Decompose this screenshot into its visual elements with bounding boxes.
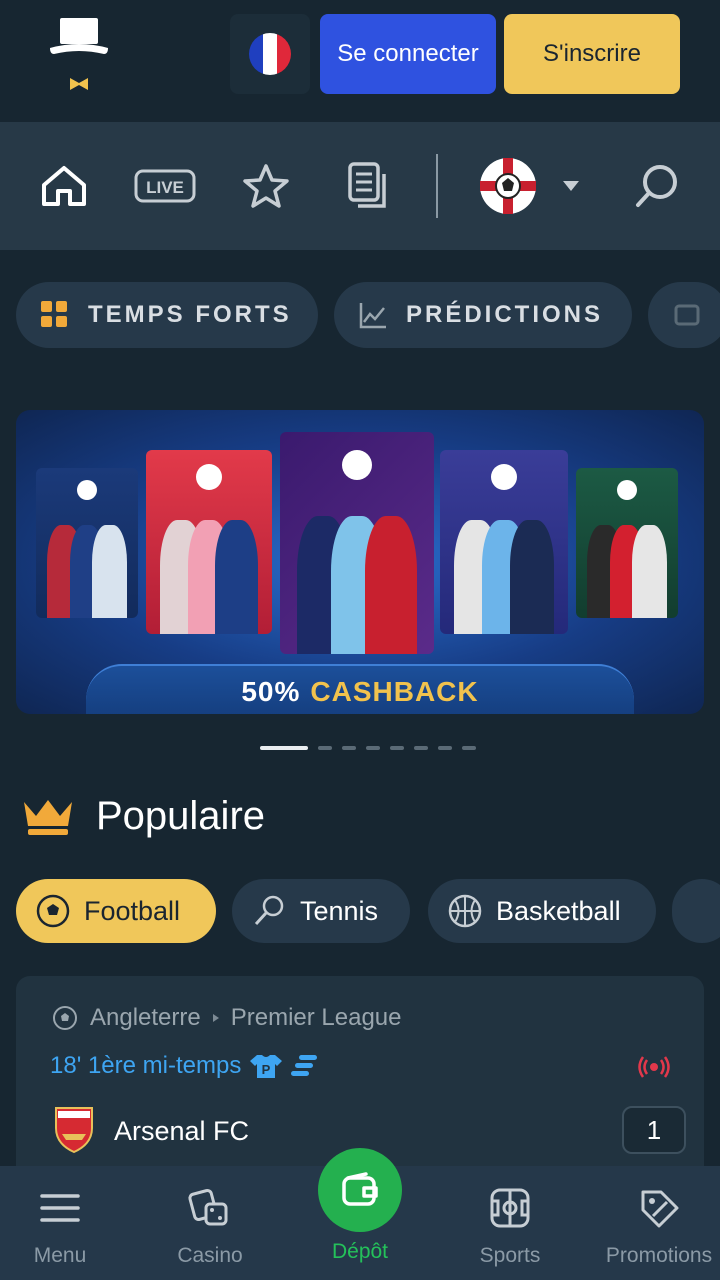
language-selector-button[interactable]: [230, 14, 310, 94]
bottom-nav-label: Casino: [177, 1244, 243, 1267]
carousel-dot-active[interactable]: [260, 746, 308, 750]
match-league-name: Premier League: [230, 1004, 402, 1031]
team-home-name: Arsenal FC: [114, 1116, 250, 1146]
football-sport-selector-icon[interactable]: [478, 156, 538, 216]
arsenal-crest-icon: [55, 1107, 93, 1154]
tennis-racket-icon: [254, 895, 284, 926]
sport-filter-label: Basketball: [496, 895, 621, 926]
signup-button[interactable]: S'inscrire: [504, 14, 680, 94]
cashback-percent: 50%: [241, 676, 301, 707]
chevron-down-icon[interactable]: [556, 158, 586, 214]
tab-predictions[interactable]: PRÉDICTIONS: [334, 282, 632, 348]
deposit-button[interactable]: [318, 1148, 402, 1232]
bottom-nav-label: Promotions: [605, 1244, 713, 1267]
sport-filter-football[interactable]: Football: [16, 879, 216, 943]
cashback-word: CASHBACK: [310, 676, 479, 707]
basketball-icon: [448, 894, 482, 928]
football-icon: [36, 894, 70, 928]
search-icon[interactable]: [628, 158, 684, 214]
promotion-tag-icon: [641, 1190, 679, 1228]
betslip-icon[interactable]: [340, 158, 396, 214]
carousel-dot[interactable]: [414, 746, 428, 750]
football-icon: [53, 1006, 77, 1030]
carousel-dot[interactable]: [318, 746, 332, 750]
bundesliga-card: [576, 468, 678, 618]
section-title-popular: Populaire: [96, 794, 266, 838]
deposit-label: Dépôt: [331, 1240, 389, 1263]
sport-filter-label: Tennis: [300, 895, 379, 926]
bottom-nav-promotions[interactable]: Promotions: [586, 1166, 720, 1280]
match-country: Angleterre: [90, 1004, 201, 1031]
bottom-nav-casino[interactable]: Casino: [138, 1166, 282, 1280]
promo-banner[interactable]: 50% CASHBACK: [16, 410, 704, 714]
crown-icon: [24, 800, 72, 835]
carousel-dot[interactable]: [438, 746, 452, 750]
bottom-nav-label: Menu: [33, 1244, 87, 1267]
laliga-card: [146, 450, 272, 634]
serie-a-card: [440, 450, 568, 634]
carousel-dot[interactable]: [390, 746, 404, 750]
favorites-star-icon[interactable]: [238, 158, 294, 214]
cashback-caption: 50% CASHBACK: [86, 664, 634, 714]
hamburger-menu-icon: [40, 1194, 80, 1222]
sports-field-icon: [490, 1188, 530, 1228]
home-icon[interactable]: [36, 158, 92, 214]
live-icon[interactable]: LIVE: [134, 158, 196, 214]
tab-label: PRÉDICTIONS: [406, 301, 604, 328]
main-nav: LIVE: [0, 122, 720, 250]
chevron-right-icon: [212, 1014, 219, 1022]
nav-divider: [436, 154, 438, 218]
sport-filter-tennis[interactable]: Tennis: [232, 879, 410, 943]
overflow-tab-icon: [674, 304, 700, 326]
chart-icon: [359, 303, 386, 329]
grid-icon: [41, 301, 67, 327]
lineup-shirt-icon: P: [250, 1055, 283, 1078]
bottom-nav-sports[interactable]: Sports: [438, 1166, 582, 1280]
sport-filter-label: Football: [84, 895, 181, 926]
carousel-dot[interactable]: [342, 746, 356, 750]
tab-temps-forts[interactable]: TEMPS FORTS: [16, 282, 318, 348]
tab-label: TEMPS FORTS: [88, 301, 292, 328]
carousel-dot[interactable]: [462, 746, 476, 750]
score-home: 1: [622, 1106, 686, 1154]
live-broadcast-icon: [638, 1056, 670, 1078]
premier-league-card: [280, 432, 434, 654]
carousel-dot[interactable]: [366, 746, 380, 750]
top-header: Se connecter S'inscrire: [0, 0, 720, 122]
sport-filter-basketball[interactable]: Basketball: [428, 879, 656, 943]
match-status: 18' 1ère mi-temps P: [50, 1052, 319, 1080]
svg-text:LIVE: LIVE: [146, 178, 184, 197]
top-hat-logo-icon[interactable]: [46, 14, 112, 94]
match-time-label: 18' 1ère mi-temps: [50, 1052, 242, 1079]
bottom-nav-label: Sports: [479, 1244, 541, 1267]
tab-more[interactable]: [648, 282, 720, 348]
sport-filter-more[interactable]: [672, 879, 720, 943]
carousel-indicator: [260, 746, 486, 750]
match-league: Angleterre Premier League: [52, 1004, 402, 1032]
casino-dice-icon: [188, 1188, 228, 1226]
bottom-nav-menu[interactable]: Menu: [0, 1166, 132, 1280]
ligue1-card: [36, 468, 138, 618]
stats-bars-icon: [291, 1055, 318, 1076]
france-flag-icon: [249, 33, 291, 75]
login-button[interactable]: Se connecter: [320, 14, 496, 94]
svg-text:P: P: [262, 1062, 271, 1077]
wallet-icon: [342, 1172, 378, 1206]
